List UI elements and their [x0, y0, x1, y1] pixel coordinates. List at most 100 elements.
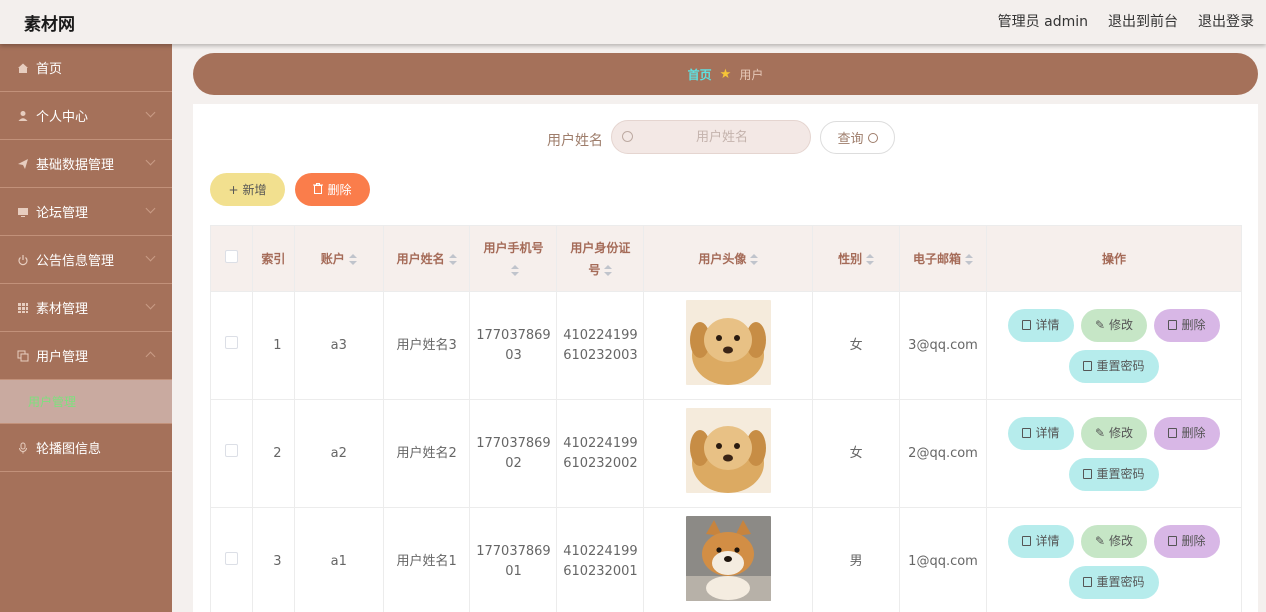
column-header-label: 性别	[838, 251, 863, 266]
column-header-email[interactable]: 电子邮箱	[899, 225, 987, 292]
avatar-golden-puppy[interactable]	[685, 407, 771, 493]
column-header-actions: 操作	[985, 225, 1243, 292]
sort-icon[interactable]	[965, 253, 974, 265]
column-header-gender[interactable]: 性别	[812, 225, 901, 292]
cell-phone-part: 02	[505, 455, 522, 471]
delete-button[interactable]: 删除	[1153, 524, 1220, 558]
batch-delete-button[interactable]: 删除	[295, 173, 370, 206]
row-checkbox[interactable]	[224, 551, 238, 565]
reset-password-button[interactable]: 重置密码	[1068, 457, 1159, 491]
row-select-cell[interactable]	[210, 291, 253, 400]
column-header-label: 用户姓名	[396, 251, 445, 266]
chevron-up-icon	[145, 351, 156, 362]
cell-actions: 详情 ✎ 修改 删除 重置密码	[985, 291, 1243, 400]
column-header-account[interactable]: 账户	[293, 225, 384, 292]
row-actions: 详情 ✎ 修改 删除 重置密码	[999, 524, 1229, 599]
sidebar-subitem-user-management[interactable]: 用户管理	[0, 380, 172, 424]
sidebar: 首页 个人中心 基础数据管理 论坛管理 公告信息管理 素材管理 用户管理 用户管…	[0, 44, 172, 612]
table-row: 2 a2 用户姓名2 177037869 02 410224199 61023200…	[210, 399, 1243, 508]
column-header-idcard[interactable]: 用户身份证号	[556, 225, 645, 292]
query-button[interactable]: 查询	[820, 121, 895, 154]
column-header-label: 账户	[320, 251, 345, 266]
logout-link[interactable]: 退出登录	[1198, 11, 1254, 31]
search-icon	[622, 131, 633, 142]
trash-icon	[1168, 536, 1178, 546]
delete-label: 删除	[1181, 318, 1206, 332]
select-all-checkbox[interactable]	[224, 249, 238, 263]
reset-password-button[interactable]: 重置密码	[1068, 565, 1159, 599]
cell-idcard-part: 410224199	[563, 435, 638, 451]
document-icon	[1083, 469, 1093, 479]
query-button-label: 查询	[837, 132, 864, 147]
monitor-icon	[16, 205, 30, 219]
avatar-golden-puppy[interactable]	[685, 299, 771, 385]
delete-button[interactable]: 删除	[1153, 308, 1220, 342]
cell-actions: 详情 ✎ 修改 删除 重置密码	[985, 399, 1243, 508]
row-select-cell[interactable]	[210, 399, 253, 508]
delete-button[interactable]: 删除	[1153, 416, 1220, 450]
sort-icon[interactable]	[866, 253, 875, 265]
edit-button[interactable]: ✎ 修改	[1080, 416, 1147, 450]
row-checkbox[interactable]	[224, 443, 238, 457]
sort-icon[interactable]	[604, 264, 613, 276]
user-table: 索引 账户 用户姓名 用户手机号 用户身份证号 用户头像 性别 电子邮箱 操作 …	[210, 225, 1243, 612]
column-header-avatar[interactable]: 用户头像	[643, 225, 814, 292]
cell-index: 3	[251, 507, 295, 612]
user-icon	[16, 109, 30, 123]
column-header-phone[interactable]: 用户手机号	[469, 225, 558, 292]
chevron-down-icon	[145, 299, 156, 310]
cell-phone: 177037869 03	[469, 291, 558, 400]
column-header-name[interactable]: 用户姓名	[382, 225, 471, 292]
sidebar-item-profile[interactable]: 个人中心	[0, 92, 172, 140]
cell-phone-part: 01	[505, 563, 522, 579]
search-input[interactable]	[642, 121, 802, 153]
column-header-label: 用户手机号	[483, 240, 544, 255]
sort-icon[interactable]	[511, 264, 520, 276]
cell-phone-part: 177037869	[476, 543, 551, 559]
cell-idcard-part: 610232003	[563, 347, 638, 363]
cell-name: 用户姓名1	[382, 507, 471, 612]
sort-icon[interactable]	[750, 253, 759, 265]
power-icon	[16, 253, 30, 267]
document-icon	[1022, 320, 1032, 330]
sidebar-item-users[interactable]: 用户管理	[0, 332, 172, 380]
row-select-cell[interactable]	[210, 507, 253, 612]
delete-button-label: 删除	[327, 183, 352, 197]
add-button-label: 新增	[242, 183, 267, 197]
detail-button[interactable]: 详情	[1007, 308, 1074, 342]
sidebar-item-material[interactable]: 素材管理	[0, 284, 172, 332]
row-checkbox[interactable]	[224, 335, 238, 349]
sort-icon[interactable]	[348, 253, 357, 265]
cell-email: 2@qq.com	[899, 399, 987, 508]
column-header-label: 电子邮箱	[913, 251, 962, 266]
table-row: 3 a1 用户姓名1 177037869 01 410224199 61023200…	[210, 507, 1243, 612]
sidebar-item-carousel[interactable]: 轮播图信息	[0, 424, 172, 472]
add-button[interactable]: + 新增	[210, 173, 285, 206]
detail-button[interactable]: 详情	[1007, 416, 1074, 450]
edit-button[interactable]: ✎ 修改	[1080, 308, 1147, 342]
chevron-down-icon	[145, 251, 156, 262]
sidebar-item-base-data[interactable]: 基础数据管理	[0, 140, 172, 188]
reset-label: 重置密码	[1096, 467, 1145, 481]
sidebar-item-notice[interactable]: 公告信息管理	[0, 236, 172, 284]
sidebar-item-label: 轮播图信息	[36, 442, 102, 457]
select-all-cell[interactable]	[210, 225, 253, 292]
breadcrumb-current: 用户	[739, 67, 764, 82]
sidebar-item-home[interactable]: 首页	[0, 44, 172, 92]
top-links: 管理员 admin 退出到前台 退出登录	[998, 11, 1254, 31]
detail-button[interactable]: 详情	[1007, 524, 1074, 558]
copy-icon	[16, 349, 30, 363]
edit-button[interactable]: ✎ 修改	[1080, 524, 1147, 558]
reset-password-button[interactable]: 重置密码	[1068, 349, 1159, 383]
cell-account: a2	[293, 399, 384, 508]
cell-avatar	[643, 399, 814, 508]
breadcrumb-home[interactable]: 首页	[688, 66, 712, 83]
cell-name: 用户姓名3	[382, 291, 471, 400]
frontend-link[interactable]: 退出到前台	[1108, 11, 1178, 31]
sidebar-item-forum[interactable]: 论坛管理	[0, 188, 172, 236]
avatar-shiba-dog[interactable]	[685, 515, 771, 601]
sort-icon[interactable]	[448, 253, 457, 265]
chevron-down-icon	[145, 107, 156, 118]
app-title: 素材网	[24, 15, 75, 35]
cell-phone: 177037869 01	[469, 507, 558, 612]
